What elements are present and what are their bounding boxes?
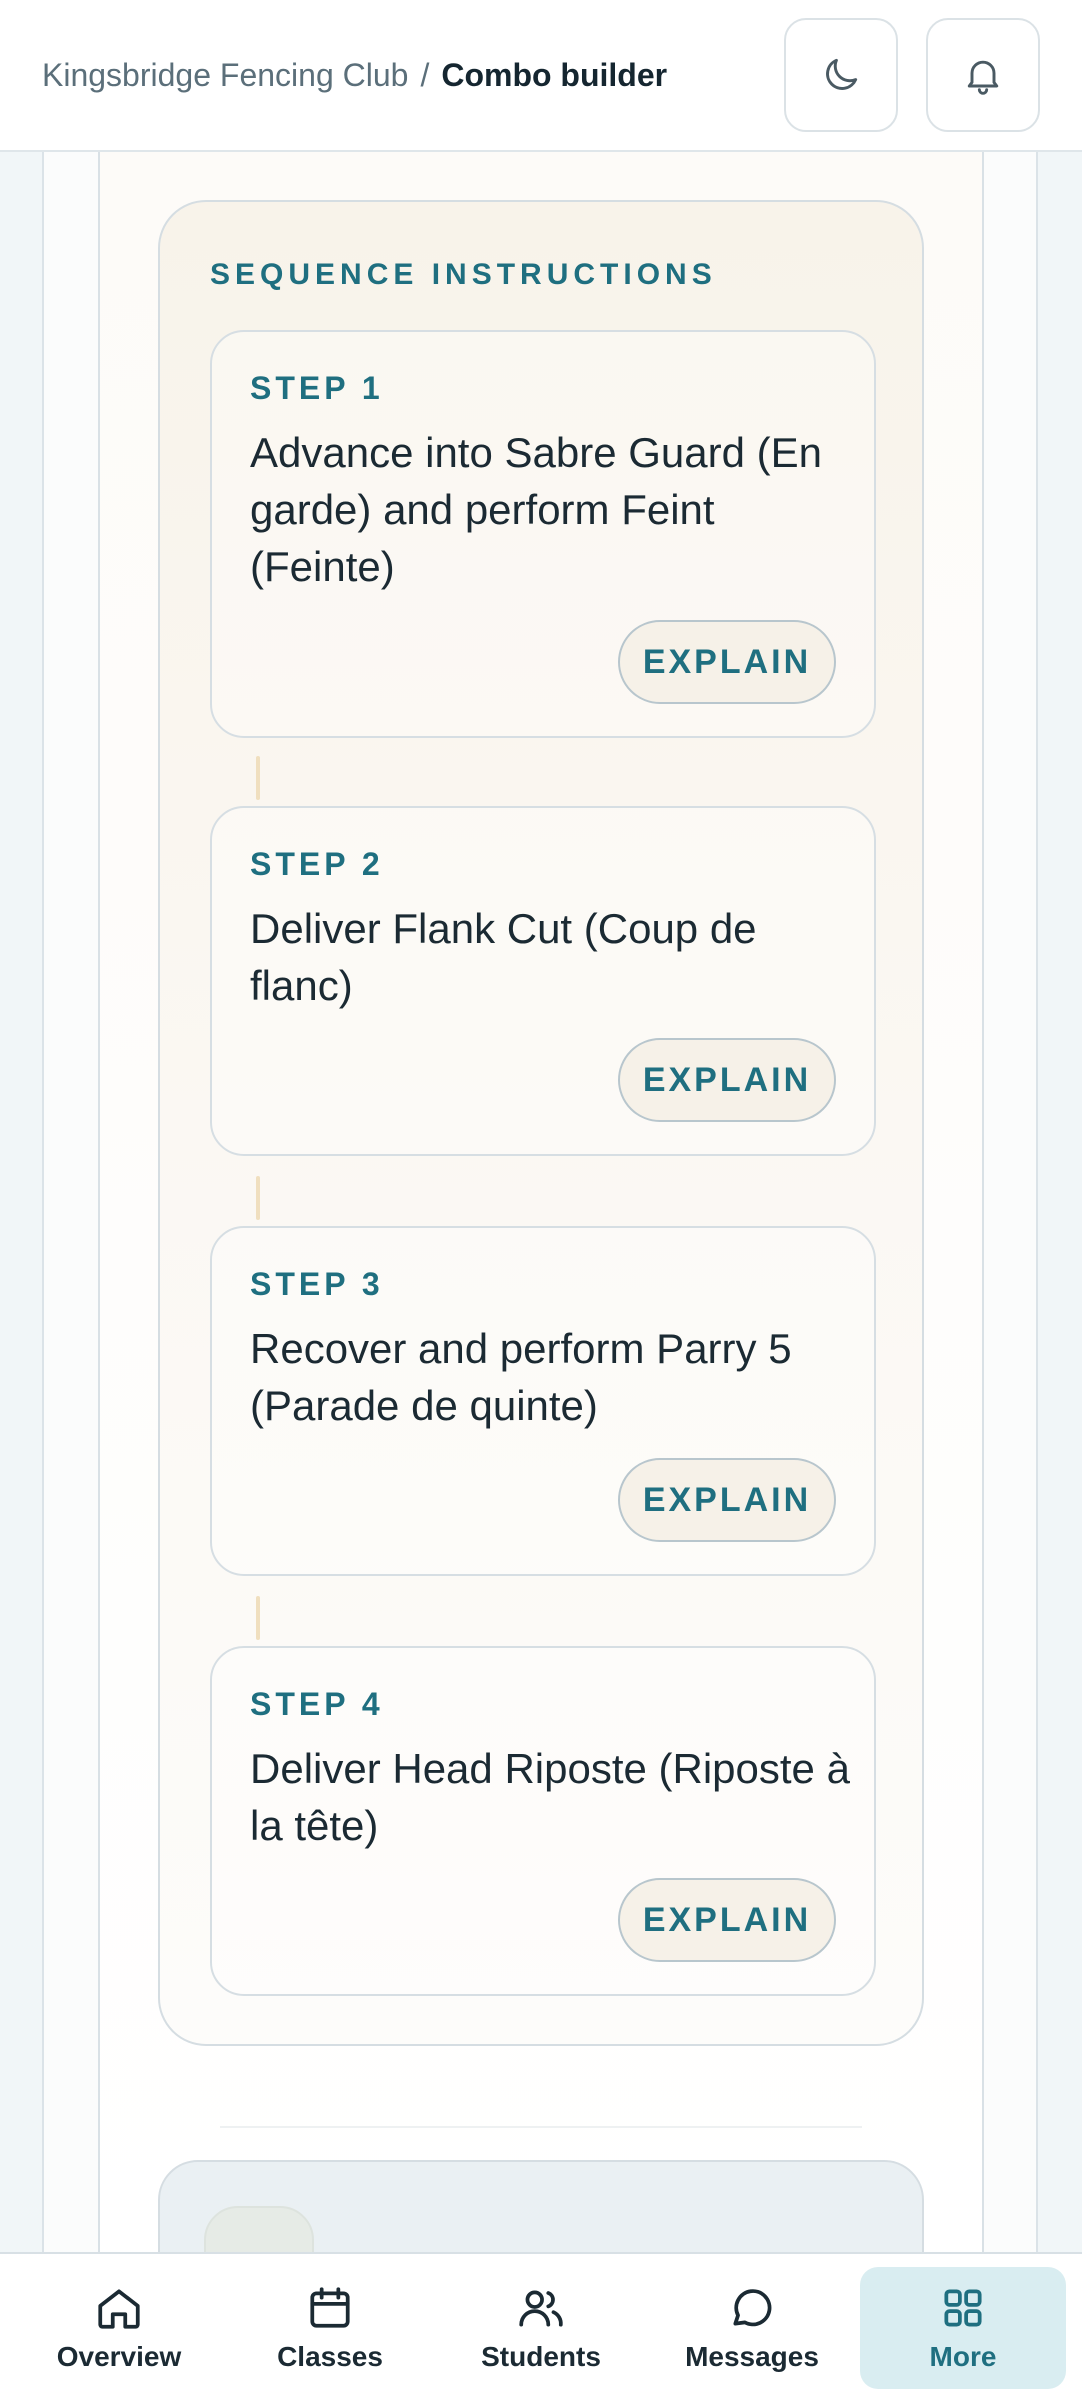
nav-item-students[interactable]: Students <box>438 2267 644 2389</box>
bell-icon <box>967 60 999 95</box>
step-text: Deliver Head Riposte (Riposte à la tête) <box>250 1745 850 1849</box>
step-label: STEP 3 <box>250 1266 384 1302</box>
section-divider <box>220 2126 862 2128</box>
nav-label: Students <box>481 2341 601 2372</box>
step-card: STEP 1 Advance into Sabre Guard (En gard… <box>210 330 876 738</box>
explain-button[interactable]: EXPLAIN <box>618 620 836 704</box>
step-text: Deliver Flank Cut (Coup de flanc) <box>250 905 757 1009</box>
step-label: STEP 2 <box>250 846 384 882</box>
moon-icon <box>826 58 858 90</box>
top-header: Kingsbridge Fencing Club / Combo builder <box>0 0 1082 152</box>
breadcrumb-separator: / <box>420 56 430 93</box>
nav-label: Messages <box>685 2341 819 2372</box>
explain-button[interactable]: EXPLAIN <box>618 1878 836 1962</box>
step-label: STEP 1 <box>250 370 384 406</box>
step-card: STEP 3 Recover and perform Parry 5 (Para… <box>210 1226 876 1576</box>
step-connector <box>256 756 260 800</box>
home-icon <box>98 2289 140 2329</box>
step-card: STEP 4 Deliver Head Riposte (Riposte à l… <box>210 1646 876 1996</box>
sequence-title: SEQUENCE INSTRUCTIONS <box>210 258 717 291</box>
users-icon <box>519 2290 563 2327</box>
sequence-panel: SEQUENCE INSTRUCTIONS STEP 1 Advance int… <box>158 200 924 2046</box>
nav-item-more[interactable]: More <box>860 2267 1066 2389</box>
nav-label: More <box>929 2341 997 2372</box>
combo-builder-page: Kingsbridge Fencing Club / Combo builder… <box>0 0 1082 2402</box>
step-text: Advance into Sabre Guard (En garde) and … <box>250 429 823 590</box>
nav-label: Classes <box>277 2341 383 2372</box>
breadcrumb: Kingsbridge Fencing Club / Combo builder <box>42 57 756 94</box>
nav-label: Overview <box>56 2341 182 2372</box>
explain-button[interactable]: EXPLAIN <box>618 1458 836 1542</box>
bottom-nav: Overview Classes Students Messages More <box>0 2252 1082 2402</box>
calendar-icon <box>310 2287 350 2328</box>
grid-icon <box>944 2289 982 2327</box>
step-text: Recover and perform Parry 5 (Parade de q… <box>250 1325 792 1429</box>
nav-item-classes[interactable]: Classes <box>227 2267 433 2389</box>
notifications-button[interactable] <box>926 18 1040 132</box>
chat-icon <box>733 2289 772 2327</box>
step-connector <box>256 1596 260 1640</box>
explain-button[interactable]: EXPLAIN <box>618 1038 836 1122</box>
step-label: STEP 4 <box>250 1686 384 1722</box>
nav-item-messages[interactable]: Messages <box>649 2267 855 2389</box>
theme-toggle-button[interactable] <box>784 18 898 132</box>
step-card: STEP 2 Deliver Flank Cut (Coup de flanc)… <box>210 806 876 1156</box>
page-title: Combo builder <box>441 56 668 93</box>
nav-item-overview[interactable]: Overview <box>16 2267 222 2389</box>
breadcrumb-club[interactable]: Kingsbridge Fencing Club <box>42 57 408 94</box>
step-connector <box>256 1176 260 1220</box>
